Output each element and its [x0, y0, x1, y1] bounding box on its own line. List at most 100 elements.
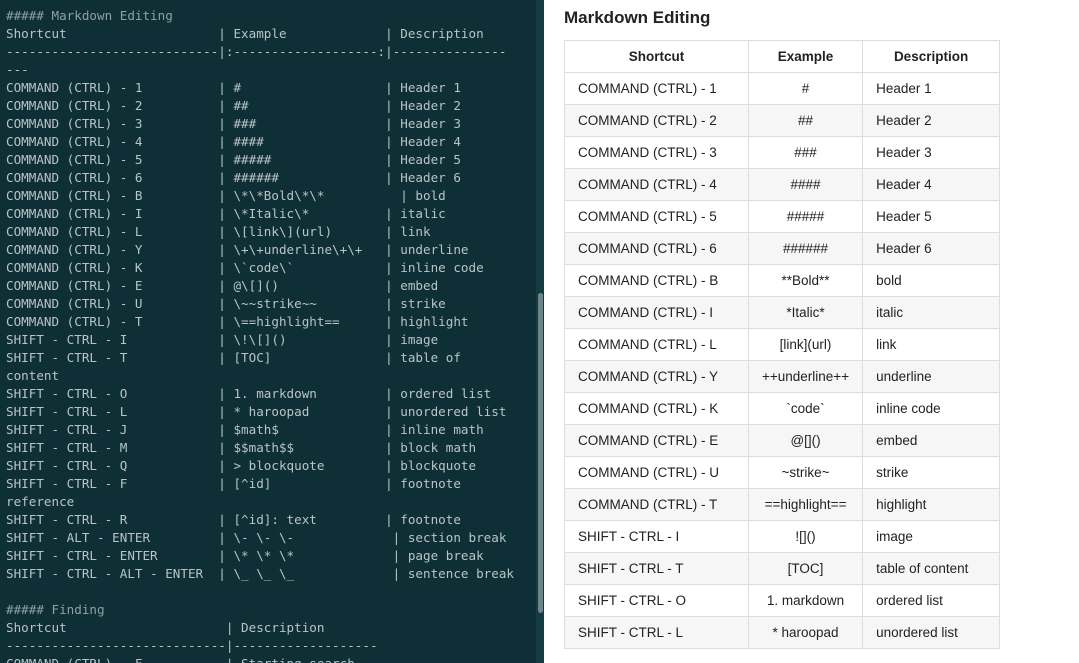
editor-line: Shortcut | Example | Description [6, 26, 484, 41]
column-header-shortcut: Shortcut [564, 40, 749, 73]
editor-line: SHIFT - CTRL - M | $$math$$ | block math [6, 440, 477, 455]
table-row: COMMAND (CTRL) - 5 ##### Header 5 [564, 200, 1001, 233]
cell-description: Header 6 [862, 232, 1001, 265]
cell-example: ## [747, 104, 864, 137]
editor-line: SHIFT - CTRL - R | [^id]: text | footnot… [6, 512, 461, 527]
cell-shortcut: COMMAND (CTRL) - 4 [564, 168, 749, 201]
cell-shortcut: COMMAND (CTRL) - 5 [564, 200, 749, 233]
cell-example: **Bold** [747, 264, 864, 297]
editor-line: Shortcut | Description [6, 620, 325, 635]
editor-line: reference [6, 494, 75, 509]
markdown-source-text[interactable]: ##### Markdown Editing Shortcut | Example… [6, 7, 514, 663]
table-row: COMMAND (CTRL) - E @[]() embed [564, 424, 1001, 457]
cell-example: ++underline++ [747, 360, 864, 393]
cell-example: [link](url) [747, 328, 864, 361]
editor-line: SHIFT - CTRL - L | * haroopad | unordere… [6, 404, 507, 419]
table-header-row: Shortcut Example Description [564, 40, 1001, 73]
cell-description: Header 5 [862, 200, 1001, 233]
cell-description: link [862, 328, 1001, 361]
editor-line: --- [6, 62, 29, 77]
editor-line: SHIFT - CTRL - ALT - ENTER | \_ \_ \_ | … [6, 566, 514, 581]
table-body: COMMAND (CTRL) - 1 # Header 1 COMMAND (CTRL… [564, 72, 1001, 649]
editor-line: COMMAND (CTRL) - E | @\[]() | embed [6, 278, 439, 293]
editor-line: COMMAND (CTRL) - 2 | ## | Header 2 [6, 98, 461, 113]
cell-example: * haroopad [747, 616, 864, 649]
editor-line: COMMAND (CTRL) - T | \==highlight== | hi… [6, 314, 469, 329]
cell-example: # [747, 72, 864, 105]
cell-shortcut: COMMAND (CTRL) - K [564, 392, 749, 425]
table-row: COMMAND (CTRL) - K `code` inline code [564, 392, 1001, 425]
editor-line: SHIFT - CTRL - O | 1. markdown | ordered… [6, 386, 492, 401]
cell-example: `code` [747, 392, 864, 425]
cell-description: image [862, 520, 1001, 553]
cell-example: [TOC] [747, 552, 864, 585]
table-row: COMMAND (CTRL) - U ~strike~ strike [564, 456, 1001, 489]
editor-line: SHIFT - CTRL - F | [^id] | footnote [6, 476, 461, 491]
cell-shortcut: COMMAND (CTRL) - T [564, 488, 749, 521]
table-row: COMMAND (CTRL) - 6 ###### Header 6 [564, 232, 1001, 265]
cell-description: italic [862, 296, 1001, 329]
cell-example: ##### [747, 200, 864, 233]
cell-example: #### [747, 168, 864, 201]
editor-line: SHIFT - CTRL - T | [TOC] | table of [6, 350, 461, 365]
editor-line: COMMAND (CTRL) - L | \[link\](url) | lin… [6, 224, 431, 239]
table-row: SHIFT - CTRL - I ![]() image [564, 520, 1001, 553]
cell-description: bold [862, 264, 1001, 297]
table-row: COMMAND (CTRL) - I *Italic* italic [564, 296, 1001, 329]
cell-shortcut: COMMAND (CTRL) - B [564, 264, 749, 297]
cell-shortcut: COMMAND (CTRL) - E [564, 424, 749, 457]
column-header-example: Example [747, 40, 864, 73]
editor-line: SHIFT - CTRL - J | $math$ | inline math [6, 422, 484, 437]
table-row: SHIFT - CTRL - L * haroopad unordered list [564, 616, 1001, 649]
cell-shortcut: COMMAND (CTRL) - I [564, 296, 749, 329]
cell-example: ![]() [747, 520, 864, 553]
cell-example: ~strike~ [747, 456, 864, 489]
editor-line: COMMAND (CTRL) - 3 | ### | Header 3 [6, 116, 461, 131]
editor-line: COMMAND (CTRL) - Y | \+\+underline\+\+ |… [6, 242, 469, 257]
cell-shortcut: COMMAND (CTRL) - U [564, 456, 749, 489]
cell-description: Header 1 [862, 72, 1001, 105]
cell-description: highlight [862, 488, 1001, 521]
editor-line: ##### Finding [6, 602, 105, 617]
cell-description: embed [862, 424, 1001, 457]
cell-example: *Italic* [747, 296, 864, 329]
table-row: COMMAND (CTRL) - B **Bold** bold [564, 264, 1001, 297]
cell-description: ordered list [862, 584, 1001, 617]
cell-shortcut: COMMAND (CTRL) - L [564, 328, 749, 361]
editor-line: COMMAND (CTRL) - 1 | # | Header 1 [6, 80, 461, 95]
editor-line: COMMAND (CTRL) - K | \`code\` | inline c… [6, 260, 484, 275]
cell-shortcut: COMMAND (CTRL) - 3 [564, 136, 749, 169]
table-row: SHIFT - CTRL - T [TOC] table of content [564, 552, 1001, 585]
cell-shortcut: SHIFT - CTRL - I [564, 520, 749, 553]
table-row: COMMAND (CTRL) - 2 ## Header 2 [564, 104, 1001, 137]
cell-shortcut: SHIFT - CTRL - T [564, 552, 749, 585]
cell-example: ### [747, 136, 864, 169]
editor-line: COMMAND (CTRL) - 4 | #### | Header 4 [6, 134, 461, 149]
editor-line: SHIFT - CTRL - Q | > blockquote | blockq… [6, 458, 477, 473]
editor-scrollbar-thumb[interactable] [538, 293, 543, 613]
editor-line: -----------------------------|----------… [6, 638, 378, 653]
cell-description: table of content [862, 552, 1001, 585]
editor-line: SHIFT - CTRL - ENTER | \* \* \* | page b… [6, 548, 484, 563]
table-row: COMMAND (CTRL) - 3 ### Header 3 [564, 136, 1001, 169]
cell-shortcut: COMMAND (CTRL) - 1 [564, 72, 749, 105]
cell-shortcut: COMMAND (CTRL) - 6 [564, 232, 749, 265]
table-row: COMMAND (CTRL) - T ==highlight== highlight [564, 488, 1001, 521]
table-row: COMMAND (CTRL) - L [link](url) link [564, 328, 1001, 361]
editor-line: COMMAND (CTRL) - 5 | ##### | Header 5 [6, 152, 461, 167]
markdown-editor-pane[interactable]: ##### Markdown Editing Shortcut | Example… [0, 0, 544, 663]
preview-heading: Markdown Editing [564, 8, 711, 27]
cell-description: Header 2 [862, 104, 1001, 137]
editor-line: COMMAND (CTRL) - I | \*Italic\* | italic [6, 206, 446, 221]
cell-example: ###### [747, 232, 864, 265]
cell-shortcut: COMMAND (CTRL) - Y [564, 360, 749, 393]
table-row: COMMAND (CTRL) - 1 # Header 1 [564, 72, 1001, 105]
cell-example: ==highlight== [747, 488, 864, 521]
editor-line: SHIFT - ALT - ENTER | \- \- \- | section… [6, 530, 507, 545]
editor-line: content [6, 368, 60, 383]
column-header-description: Description [862, 40, 1001, 73]
cell-example: 1. markdown [747, 584, 864, 617]
cell-description: Header 4 [862, 168, 1001, 201]
cell-description: underline [862, 360, 1001, 393]
